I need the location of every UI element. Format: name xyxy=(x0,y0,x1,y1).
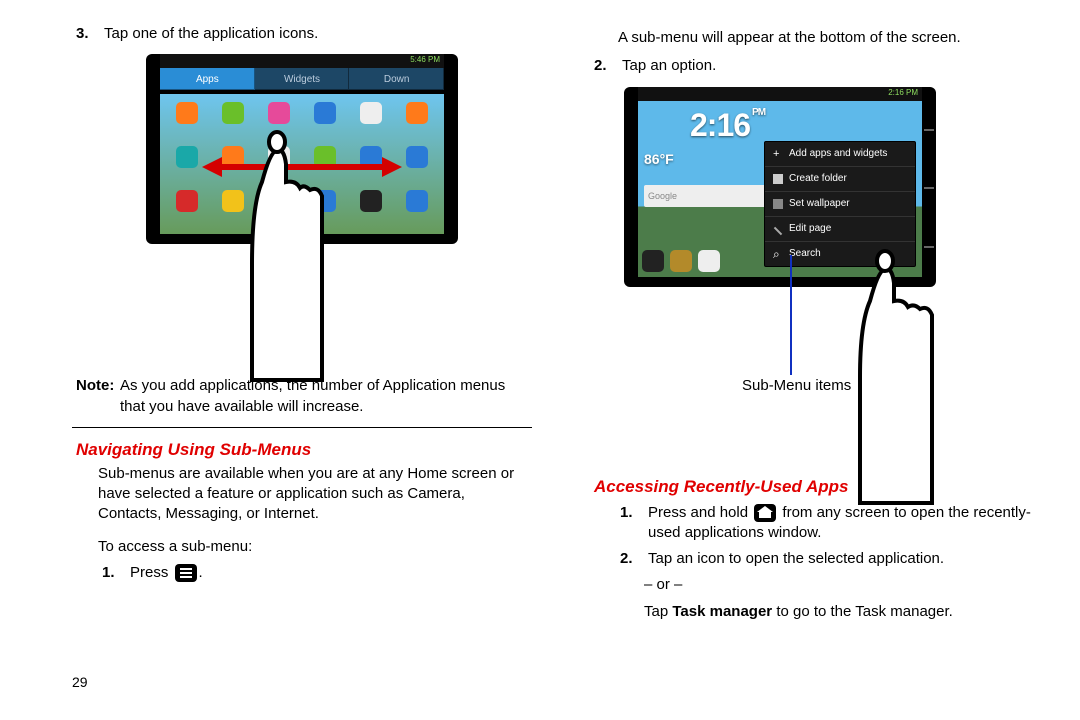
apps-tabs: Apps Widgets Down xyxy=(160,68,444,90)
back-key-icon[interactable] xyxy=(924,129,934,131)
app-icon[interactable] xyxy=(396,100,438,140)
tab-down[interactable]: Down xyxy=(349,68,444,90)
submenu-item-add-apps[interactable]: Add apps and widgets xyxy=(765,142,915,167)
search-icon xyxy=(773,249,783,259)
dock-icon[interactable] xyxy=(642,250,664,272)
step-number: 2. xyxy=(590,56,622,76)
hand-icon xyxy=(808,247,978,507)
submenu-item-set-wallpaper[interactable]: Set wallpaper xyxy=(765,192,915,217)
divider xyxy=(72,427,532,428)
or-text: – or – xyxy=(590,575,1050,595)
submenu-intro-text: Sub-menus are available when you are at … xyxy=(72,464,532,525)
step-text: Press . xyxy=(130,563,532,583)
dock-icon[interactable] xyxy=(698,250,720,272)
dock-icon[interactable] xyxy=(670,250,692,272)
menu-key-icon xyxy=(175,564,197,582)
access-submenu-line: To access a sub-menu: xyxy=(72,537,532,557)
app-icon[interactable] xyxy=(396,188,438,228)
pencil-icon xyxy=(774,226,782,234)
submenu-item-edit-page[interactable]: Edit page xyxy=(765,217,915,242)
right-step-2b: 2. Tap an icon to open the selected appl… xyxy=(590,549,1050,569)
step-number: 1. xyxy=(98,563,130,583)
task-manager-line: Tap Task manager to go to the Task manag… xyxy=(590,602,1050,622)
folder-icon xyxy=(773,174,783,184)
left-step-1: 1. Press . xyxy=(72,563,532,583)
hand-icon xyxy=(192,124,362,384)
home-key-icon[interactable] xyxy=(924,187,934,189)
step-text: Press and hold from any screen to open t… xyxy=(648,503,1050,544)
home-key-icon xyxy=(754,504,776,522)
tab-widgets[interactable]: Widgets xyxy=(255,68,350,90)
right-step-1: 1. Press and hold from any screen to ope… xyxy=(590,503,1050,544)
search-widget[interactable]: Google xyxy=(644,185,766,207)
note-label: Note: xyxy=(72,376,120,417)
step-number: 3. xyxy=(72,24,104,44)
step-text: Tap one of the application icons. xyxy=(104,24,532,44)
submenu-item-create-folder[interactable]: Create folder xyxy=(765,167,915,192)
right-column: A sub-menu will appear at the bottom of … xyxy=(590,24,1050,622)
left-column: 3. Tap one of the application icons. 5:4… xyxy=(72,24,532,589)
right-step-2: 2. Tap an option. xyxy=(590,56,1050,76)
step-text: Tap an option. xyxy=(622,56,1050,76)
left-step-3: 3. Tap one of the application icons. xyxy=(72,24,532,44)
clock-widget: 2:16PM xyxy=(690,107,765,144)
callout-line xyxy=(790,255,792,375)
submenu-appear-text: A sub-menu will appear at the bottom of … xyxy=(590,28,1050,48)
status-bar: 5:46 PM xyxy=(160,54,444,68)
plus-icon xyxy=(773,149,783,159)
heading-navigating-submenus: Navigating Using Sub-Menus xyxy=(72,440,532,460)
status-bar: 2:16 PM xyxy=(638,87,922,101)
page-number: 29 xyxy=(72,674,88,690)
weather-widget: 86°F xyxy=(644,151,674,167)
step-number: 2. xyxy=(616,549,648,569)
step-text: Tap an icon to open the selected applica… xyxy=(648,549,1050,569)
step-number: 1. xyxy=(616,503,648,544)
app-icon[interactable] xyxy=(396,144,438,184)
tab-apps[interactable]: Apps xyxy=(160,68,255,90)
wallpaper-icon xyxy=(773,199,783,209)
